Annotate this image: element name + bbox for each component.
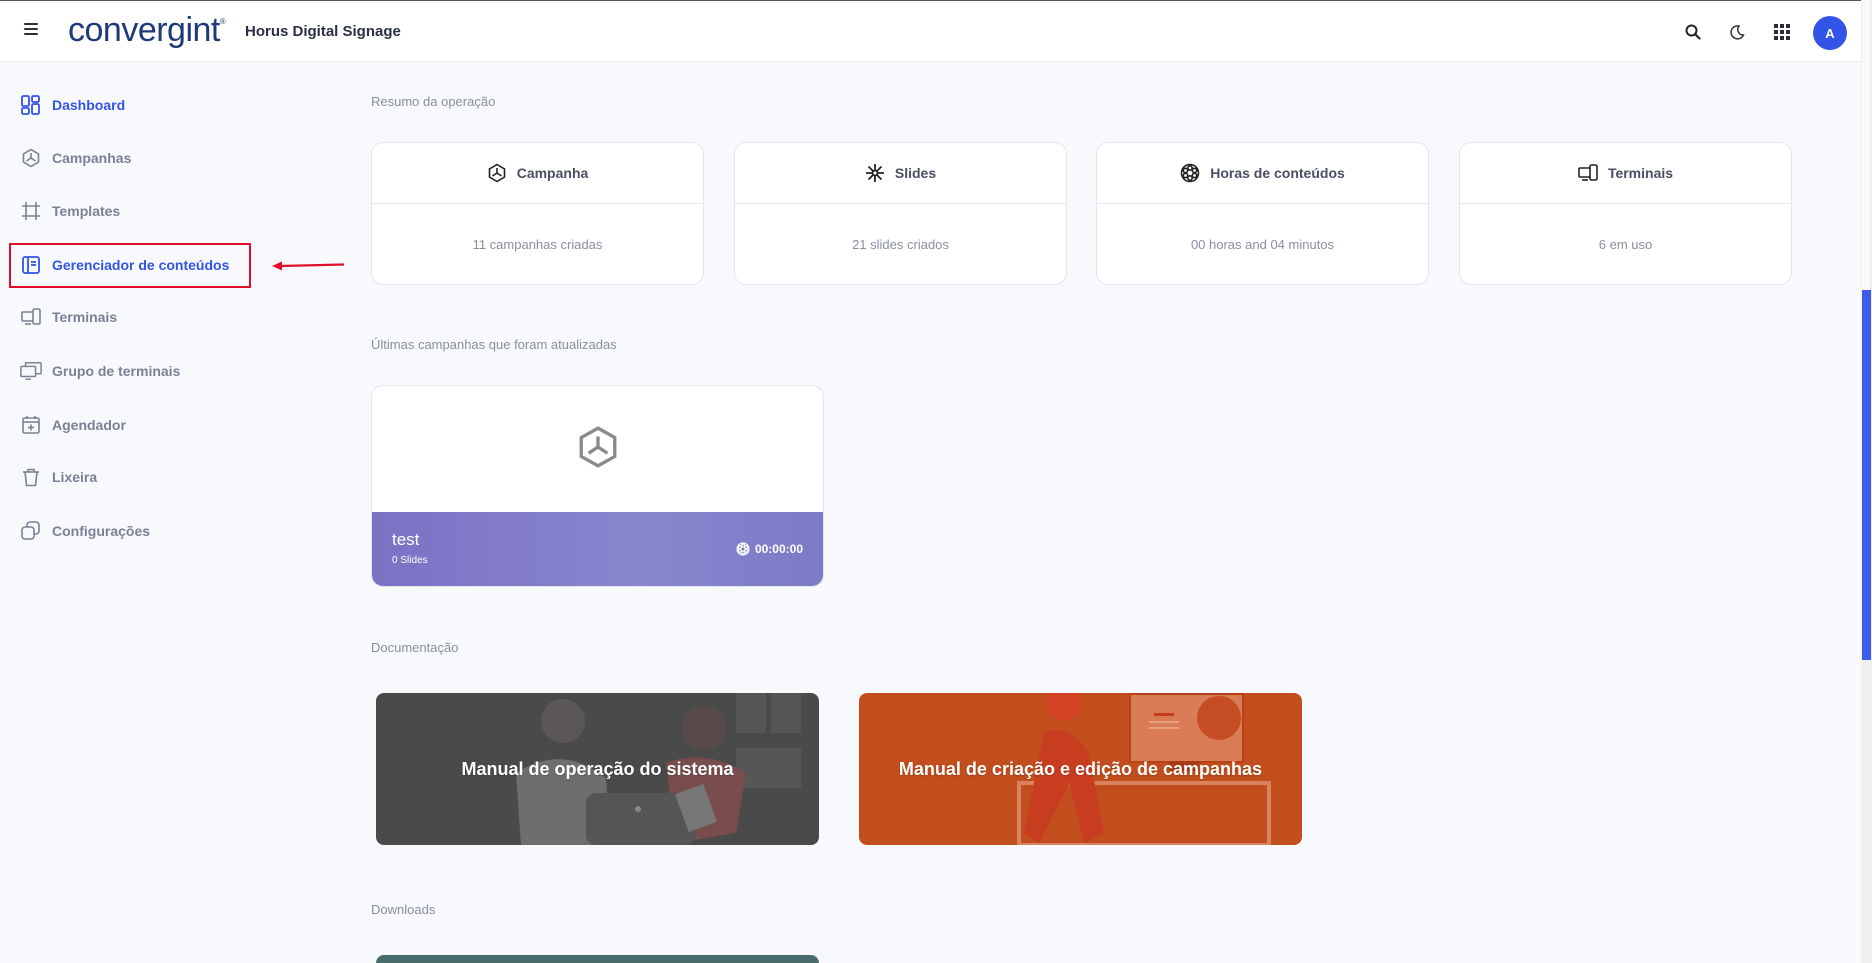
doc-card-title: Manual de operação do sistema [461,759,734,779]
sidebar-item-terminais[interactable]: Terminais [20,302,117,332]
sidebar-item-configuracoes[interactable]: Configurações [20,516,150,546]
campaign-card[interactable]: test 0 Slides 00:00:00 [371,385,824,587]
search-icon[interactable] [1682,21,1704,43]
settings-icon [20,520,42,542]
devices-icon [1578,163,1598,183]
sidebar-item-label: Grupo de terminais [52,363,181,379]
docs-label: Documentação [371,640,459,655]
stat-card-title: Horas de conteúdos [1210,165,1345,181]
menu-icon[interactable] [24,23,38,35]
doc-card-title: Manual de criação e edição de campanhas [898,759,1263,779]
logo[interactable]: convergint® [68,11,226,50]
downloads-label: Downloads [371,902,436,917]
stat-card-title: Terminais [1607,165,1674,181]
campaign-icon [577,425,619,474]
campaign-name: test [392,530,420,549]
stat-card-horas[interactable]: Horas de conteúdos 00 horas and 04 minut… [1096,142,1429,285]
red-arrow-icon [272,261,345,271]
sidebar-item-templates[interactable]: Templates [20,196,120,226]
sidebar-item-lixeira[interactable]: Lixeira [20,462,97,492]
sparkle-icon [865,163,885,183]
download-card[interactable] [376,955,819,963]
stat-card-value: 11 campanhas criadas [472,236,603,252]
sidebar-item-dashboard[interactable]: Dashboard [20,90,125,120]
campaign-icon [20,147,42,169]
summary-label: Resumo da operação [371,94,496,109]
sidebar-item-agendador[interactable]: Agendador [20,410,126,440]
monitors-icon [20,360,42,382]
stat-card-slides[interactable]: Slides 21 slides criados [734,142,1067,285]
stat-card-value: 21 slides criados [852,236,949,252]
stat-card-campanha[interactable]: Campanha 11 campanhas criadas [371,142,704,285]
dashboard-icon [20,94,42,116]
recent-campaigns-label: Últimas campanhas que foram atualizadas [371,337,617,352]
campaign-duration-value: 00:00:00 [754,542,803,556]
sidebar-item-campanhas[interactable]: Campanhas [20,143,131,173]
top-bar: convergint® Horus Digital Signage A [0,0,1861,62]
stat-card-value: 00 horas and 04 minutos [1190,236,1335,252]
stat-card-title: Slides [894,165,937,181]
stat-card-title: Campanha [516,165,589,181]
calendar-icon [20,414,42,436]
sidebar-item-label: Campanhas [52,150,132,166]
app-title: Horus Digital Signage [245,23,401,40]
logo-text: convergint [68,11,220,49]
film-reel-icon [736,542,750,556]
crop-icon [20,200,42,222]
sidebar-item-label: Agendador [52,417,126,433]
sidebar-item-label: Dashboard [52,97,126,113]
sidebar: Dashboard Campanhas Templates Gerenciado… [0,63,300,963]
sidebar-item-label: Templates [52,203,121,219]
campaign-duration: 00:00:00 [736,542,803,556]
doc-card-manual-operacao[interactable]: Manual de operação do sistema [376,693,819,845]
sidebar-item-label: Lixeira [52,469,98,485]
scrollbar-thumb[interactable] [1862,290,1871,660]
doc-card-manual-campanhas[interactable]: Manual de criação e edição de campanhas [859,693,1302,845]
sidebar-item-label: Configurações [52,523,151,539]
avatar[interactable]: A [1813,16,1847,50]
film-reel-icon [1180,163,1200,183]
stat-card-value: 6 em uso [1598,236,1653,252]
moon-icon[interactable] [1726,21,1748,43]
devices-icon [20,306,42,328]
apps-grid-icon[interactable] [1771,21,1793,43]
sidebar-item-label: Terminais [52,309,118,325]
highlight-box [9,243,251,288]
sidebar-item-grupo-terminais[interactable]: Grupo de terminais [20,356,180,386]
campaign-icon [487,163,507,183]
trash-icon [20,466,42,488]
scrollbar[interactable] [1861,0,1872,963]
stat-card-terminais[interactable]: Terminais 6 em uso [1459,142,1792,285]
campaign-slides: 0 Slides [392,555,428,566]
